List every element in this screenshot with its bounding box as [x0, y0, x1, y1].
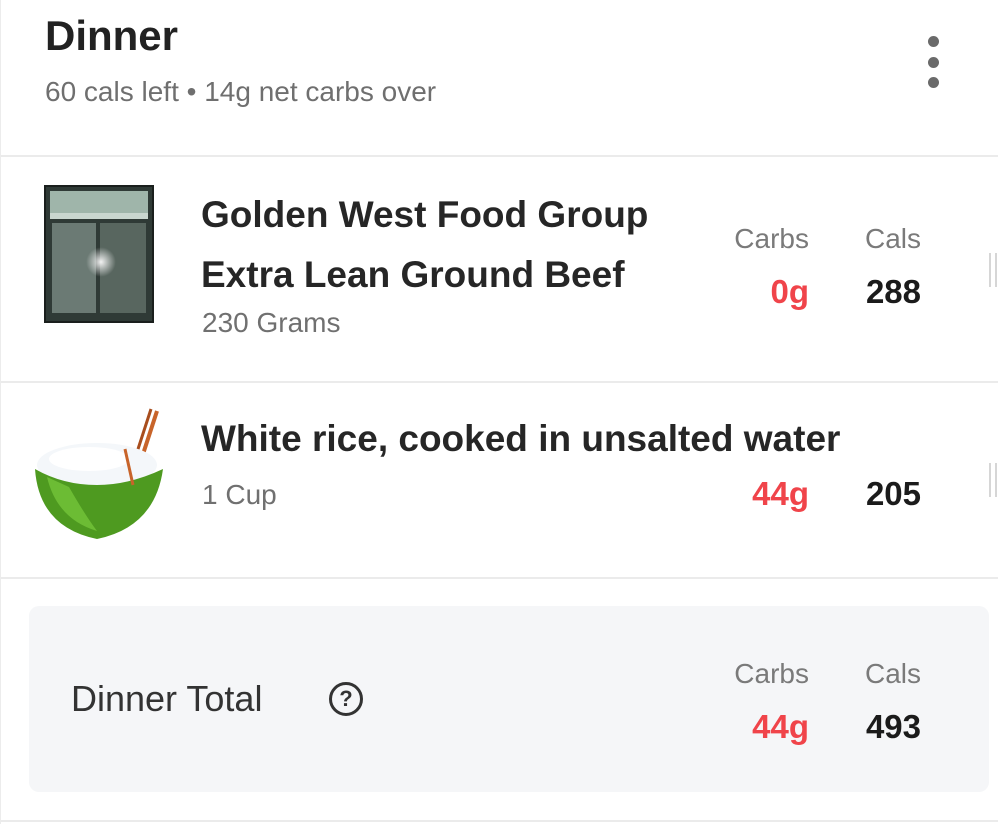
help-icon[interactable]: ? — [329, 682, 363, 716]
package-glare — [86, 247, 116, 277]
dinner-card: Dinner 60 cals left • 14g net carbs over… — [0, 0, 998, 824]
package-label-stripe — [50, 213, 148, 219]
total-label: Dinner Total — [71, 678, 263, 719]
food-cals-value: 288 — [865, 273, 921, 310]
meal-header: Dinner 60 cals left • 14g net carbs over — [1, 0, 998, 157]
carbs-column-label: Carbs — [734, 223, 809, 254]
total-carbs-value: 44g — [752, 708, 809, 745]
kebab-dot — [927, 36, 939, 47]
drag-handle-icon[interactable] — [989, 253, 997, 287]
divider — [1, 820, 998, 822]
food-carbs-value: 0g — [770, 273, 809, 310]
kebab-dot — [927, 77, 939, 88]
total-cals-value: 493 — [865, 708, 921, 745]
food-carbs-value: 44g — [752, 475, 809, 512]
more-options-icon[interactable] — [917, 36, 949, 88]
meal-title: Dinner — [45, 12, 179, 59]
food-quantity: 1 Cup — [202, 479, 277, 510]
carbs-column-label: Carbs — [734, 658, 809, 689]
kebab-dot — [927, 56, 939, 68]
drag-handle-icon[interactable] — [989, 463, 997, 497]
food-name: White rice, cooked in unsalted water — [201, 418, 841, 459]
food-row-white-rice[interactable]: White rice, cooked in unsalted water 1 C… — [1, 383, 998, 579]
package-label-band — [50, 191, 148, 213]
cals-column-label: Cals — [864, 223, 921, 254]
food-cals-value: 205 — [865, 475, 921, 512]
cals-column-label: Cals — [864, 658, 921, 689]
rice-bowl-icon — [35, 408, 163, 539]
food-name: Golden West Food Group Extra Lean Ground… — [201, 194, 649, 295]
food-row-ground-beef[interactable]: Golden West Food Group Extra Lean Ground… — [1, 157, 998, 383]
ground-beef-package-photo — [44, 185, 154, 323]
meal-summary: 60 cals left • 14g net carbs over — [45, 76, 437, 107]
food-quantity: 230 Grams — [202, 307, 341, 338]
meal-total-box: Dinner Total ? Carbs Cals 44g 493 — [29, 606, 989, 792]
